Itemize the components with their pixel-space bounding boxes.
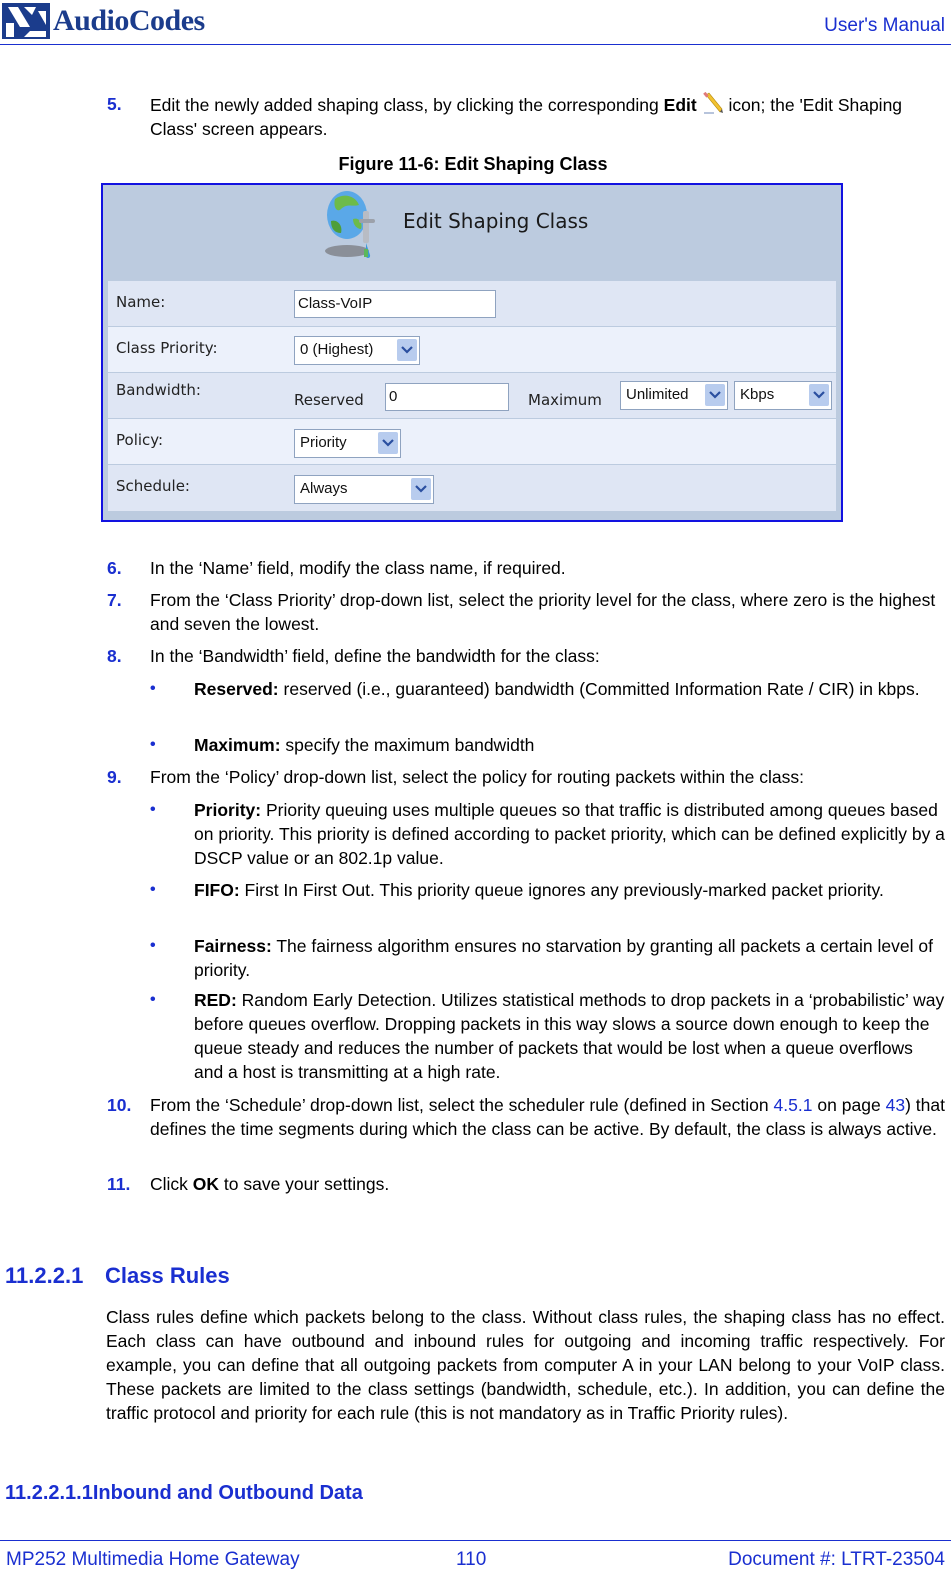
page-link[interactable]: 43 xyxy=(886,1095,905,1115)
step-number: 5. xyxy=(107,94,122,114)
step-text: From the ‘Schedule’ drop-down list, sele… xyxy=(150,1095,945,1139)
audiocodes-logo: AudioCodes xyxy=(2,3,205,39)
section-number: 11.2.2.1 xyxy=(5,1263,84,1288)
chevron-down-icon[interactable] xyxy=(705,384,725,406)
globe-faucet-icon xyxy=(325,191,375,258)
reserved-input[interactable]: 0 xyxy=(385,383,509,411)
section-title: Class Rules xyxy=(105,1263,230,1288)
bullet-reserved: • Reserved: reserved (i.e., guaranteed) … xyxy=(150,679,920,699)
chevron-down-icon[interactable] xyxy=(397,339,417,361)
step-text: From the ‘Class Priority’ drop-down list… xyxy=(150,590,936,634)
step-text: Click OK to save your settings. xyxy=(150,1174,390,1194)
step-number: 9. xyxy=(107,767,122,787)
step-text: Edit the newly added shaping class, by c… xyxy=(150,91,945,141)
name-row: Name: Class-VoIP xyxy=(108,281,836,327)
page-number: 110 xyxy=(456,1549,487,1570)
screen-header: Edit Shaping Class xyxy=(103,185,841,281)
step-number: 6. xyxy=(107,558,122,578)
subsection-title: Inbound and Outbound Data xyxy=(92,1482,363,1504)
step-7: 7. From the ‘Class Priority’ drop-down l… xyxy=(107,588,945,636)
edit-shaping-class-screenshot: Edit Shaping Class Name: Class-VoIP Clas… xyxy=(101,183,843,522)
bullet-icon: • xyxy=(150,937,156,954)
class-priority-label: Class Priority: xyxy=(116,339,218,357)
step-text: From the ‘Policy’ drop-down list, select… xyxy=(150,767,804,787)
bandwidth-label: Bandwidth: xyxy=(116,381,201,399)
step-5: 5. Edit the newly added shaping class, b… xyxy=(107,91,945,141)
policy-label: Policy: xyxy=(116,431,164,449)
name-label: Name: xyxy=(116,293,166,311)
maximum-select[interactable]: Unlimited xyxy=(620,381,728,410)
bullet-fairness: • Fairness: The fairness algorithm ensur… xyxy=(150,936,933,980)
schedule-row: Schedule: Always xyxy=(108,465,836,511)
pencil-edit-icon xyxy=(702,91,723,114)
name-input[interactable]: Class-VoIP xyxy=(294,290,496,318)
doc-type-label: User's Manual xyxy=(824,15,945,36)
bullet-fifo: • FIFO: First In First Out. This priorit… xyxy=(150,880,884,900)
bullet-icon: • xyxy=(150,801,156,818)
step-text: In the ‘Bandwidth’ field, define the ban… xyxy=(150,646,600,666)
chevron-down-icon[interactable] xyxy=(809,384,829,406)
schedule-label: Schedule: xyxy=(116,477,190,495)
policy-select[interactable]: Priority xyxy=(294,429,401,458)
bandwidth-row: Bandwidth: Reserved 0 Maximum Unlimited … xyxy=(108,373,836,419)
class-priority-row: Class Priority: 0 (Highest) xyxy=(108,327,836,373)
step-number: 11. xyxy=(107,1174,131,1194)
step-8: 8. In the ‘Bandwidth’ field, define the … xyxy=(107,644,945,668)
schedule-select[interactable]: Always xyxy=(294,475,434,504)
step-9: 9. From the ‘Policy’ drop-down list, sel… xyxy=(107,765,945,789)
step-11: 11. Click OK to save your settings. xyxy=(107,1172,945,1196)
reserved-label: Reserved xyxy=(294,391,364,409)
page-header: AudioCodes User's Manual xyxy=(0,0,951,45)
step-number: 8. xyxy=(107,646,122,666)
bullet-icon: • xyxy=(150,991,156,1008)
step-text: In the ‘Name’ field, modify the class na… xyxy=(150,558,566,578)
page-footer: MP252 Multimedia Home Gateway 110 Docume… xyxy=(0,1540,951,1576)
subsection-number: 11.2.2.1.1 xyxy=(5,1482,93,1504)
figure-caption: Figure 11-6: Edit Shaping Class xyxy=(338,154,608,174)
section-link[interactable]: 4.5.1 xyxy=(774,1095,813,1115)
step-number: 10. xyxy=(107,1095,132,1115)
bullet-maximum: • Maximum: specify the maximum bandwidth xyxy=(150,735,535,755)
policy-row: Policy: Priority xyxy=(108,419,836,465)
audiocodes-logo-icon xyxy=(2,3,50,39)
brand-name: AudioCodes xyxy=(53,4,205,37)
bullet-red: • RED: Random Early Detection. Utilizes … xyxy=(150,990,945,1082)
bullet-icon: • xyxy=(150,736,156,753)
screen-title: Edit Shaping Class xyxy=(403,209,589,233)
step-10: 10. From the ‘Schedule’ drop-down list, … xyxy=(107,1093,945,1141)
section-body: Class rules define which packets belong … xyxy=(106,1307,945,1423)
footer-product: MP252 Multimedia Home Gateway xyxy=(6,1549,300,1570)
step-6: 6. In the ‘Name’ field, modify the class… xyxy=(107,556,945,580)
bullet-priority: • Priority: Priority queuing uses multip… xyxy=(150,800,945,868)
subsection-heading: 11.2.2.1.1Inbound and Outbound Data xyxy=(5,1482,363,1505)
bullet-icon: • xyxy=(150,680,156,697)
section-heading: 11.2.2.1 Class Rules xyxy=(5,1263,230,1289)
bullet-icon: • xyxy=(150,881,156,898)
chevron-down-icon[interactable] xyxy=(411,478,431,500)
maximum-label: Maximum xyxy=(528,391,602,409)
class-priority-select[interactable]: 0 (Highest) xyxy=(294,336,420,365)
shaping-class-form: Name: Class-VoIP Class Priority: 0 (High… xyxy=(108,281,836,511)
chevron-down-icon[interactable] xyxy=(378,432,398,454)
unit-select[interactable]: Kbps xyxy=(734,381,832,410)
step-number: 7. xyxy=(107,590,122,610)
footer-doc-number: Document #: LTRT-23504 xyxy=(728,1549,945,1570)
